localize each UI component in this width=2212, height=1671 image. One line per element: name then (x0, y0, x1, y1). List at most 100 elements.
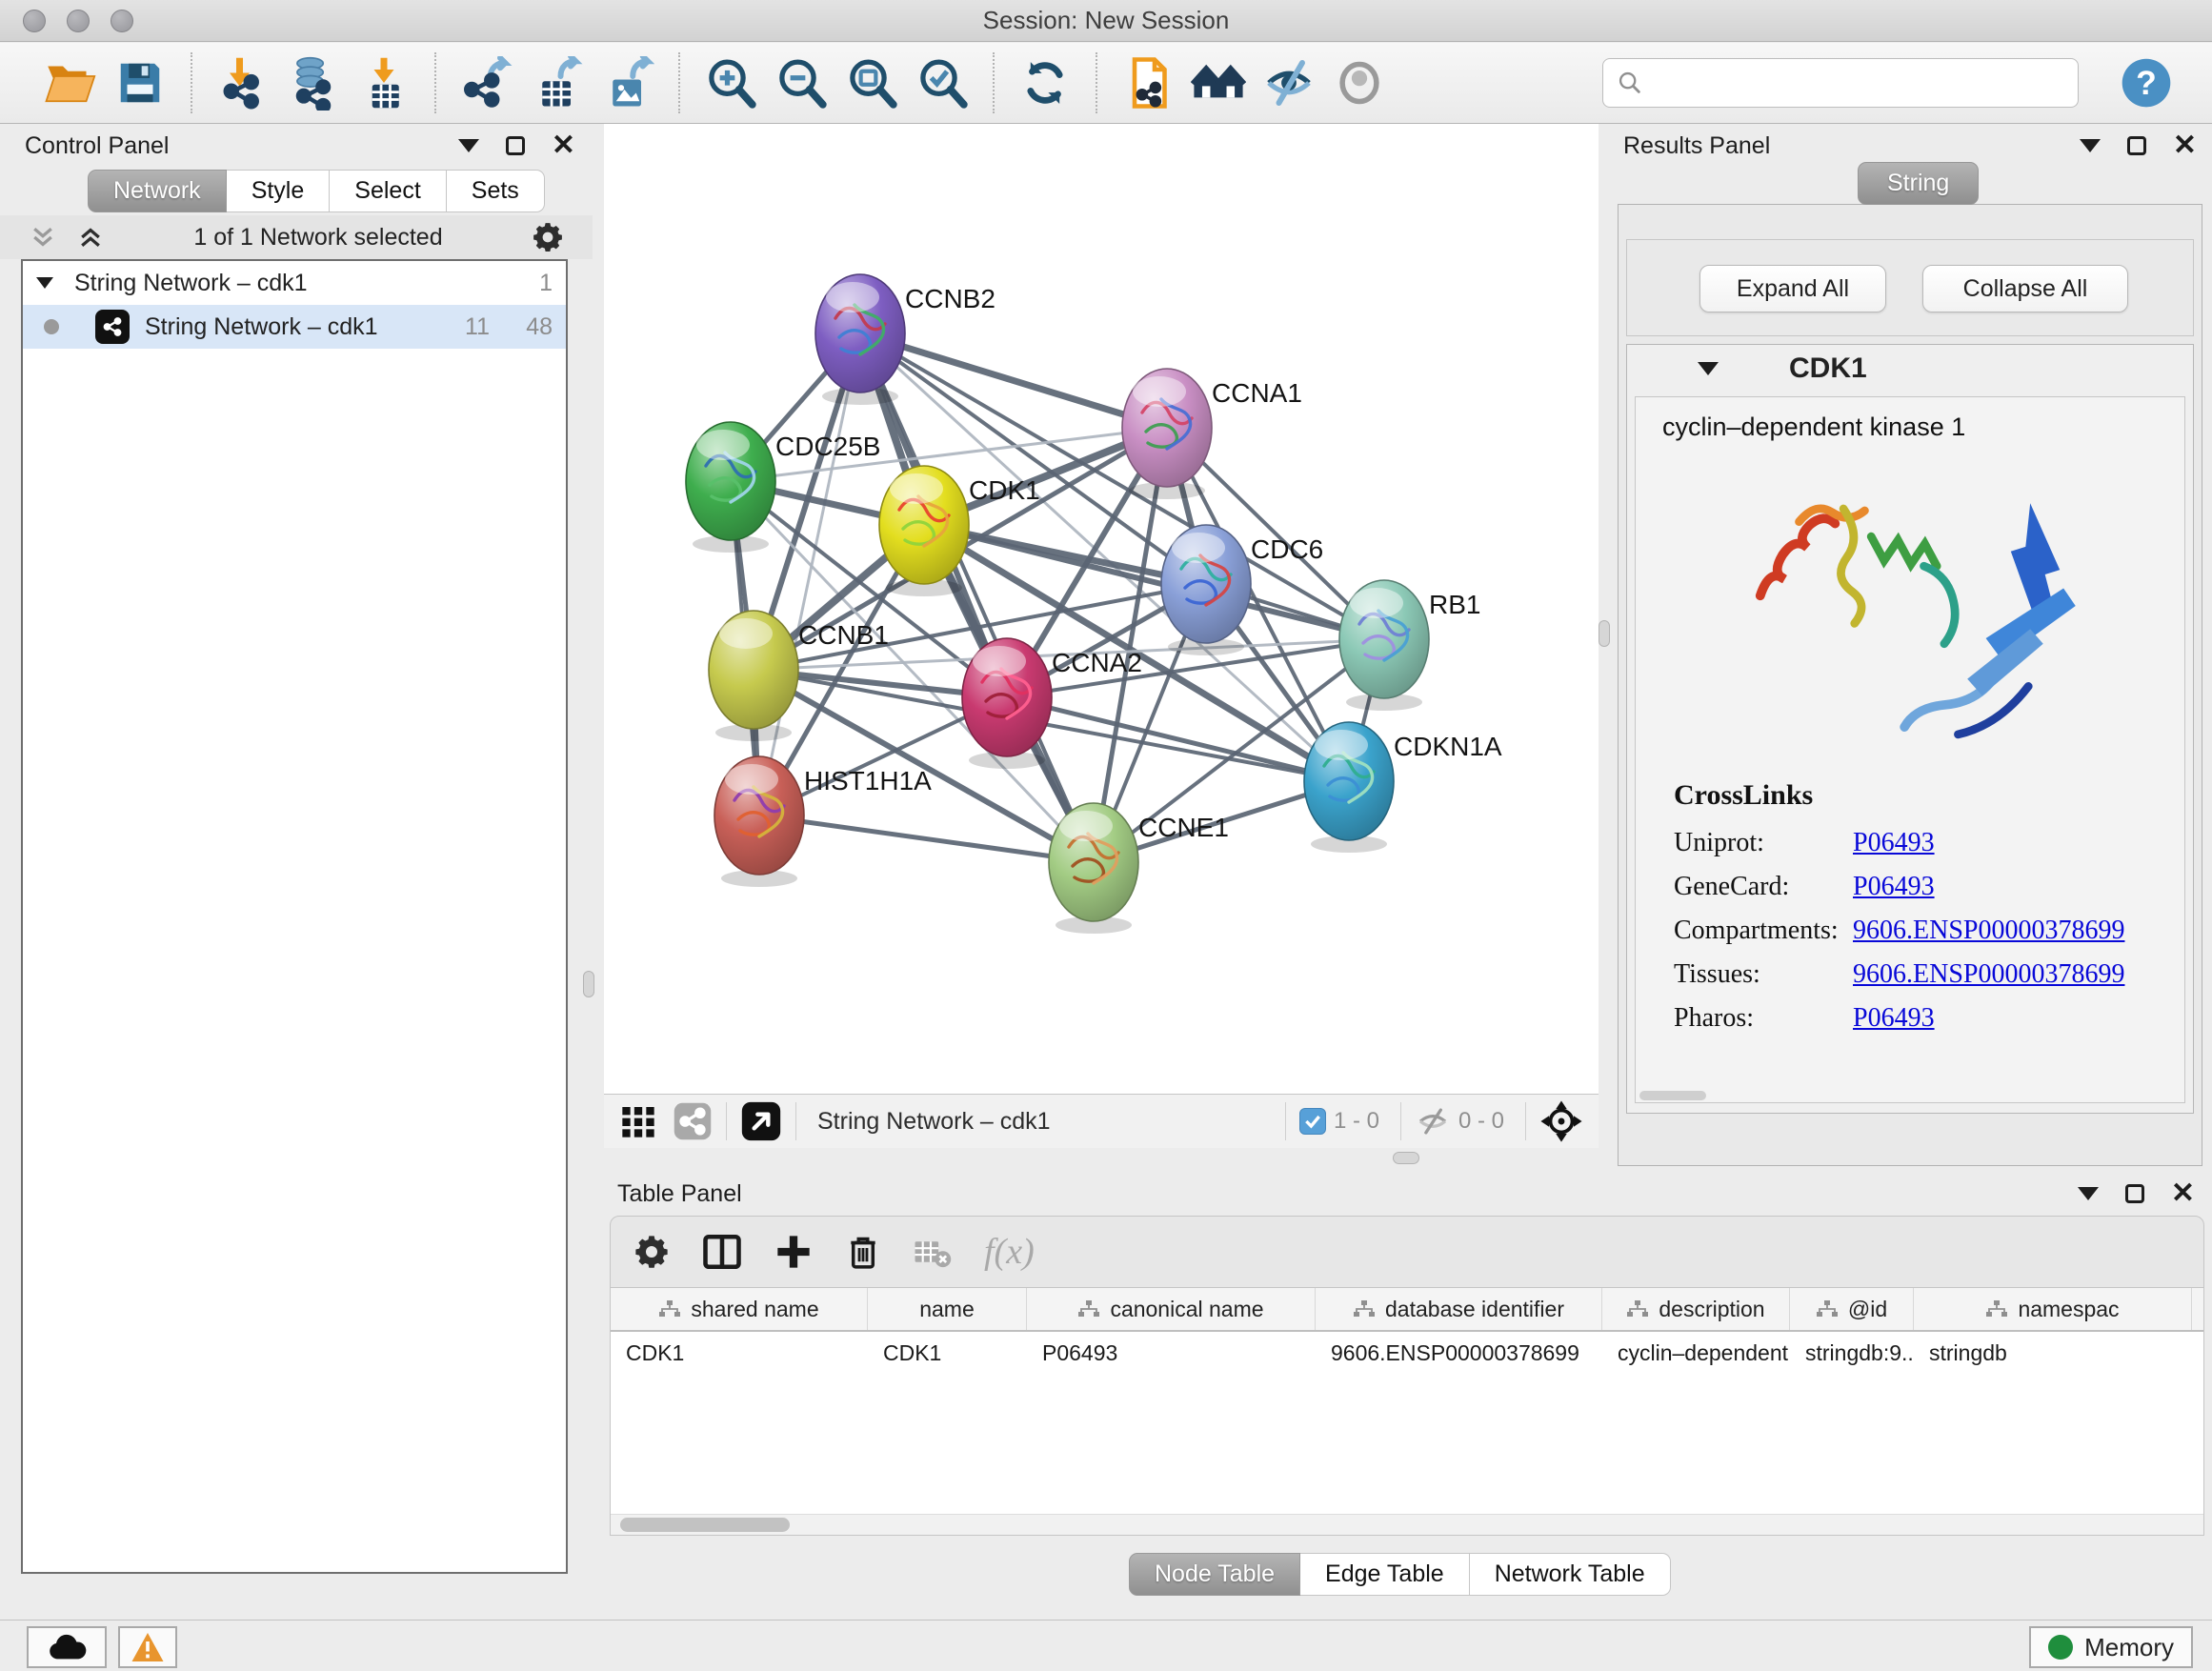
node-label-HIST1H1A: HIST1H1A (804, 766, 932, 795)
crosslink-link[interactable]: P06493 (1853, 872, 1935, 902)
column-header-name[interactable]: name (868, 1288, 1027, 1330)
column-header-description[interactable]: description (1602, 1288, 1790, 1330)
results-panel-menu-icon[interactable] (2080, 139, 2101, 152)
column-label: @id (1848, 1297, 1887, 1322)
close-window-button[interactable] (23, 10, 46, 32)
export-network-icon[interactable] (459, 55, 514, 111)
export-image-icon[interactable] (600, 55, 655, 111)
zoom-fit-icon[interactable] (844, 55, 899, 111)
export-table-icon[interactable] (530, 55, 585, 111)
control-panel-float-icon[interactable] (506, 136, 525, 155)
crosslink-row: Uniprot:P06493 (1674, 821, 2184, 865)
control-panel: Control Panel ✕ Network Style Select Set… (0, 124, 593, 1620)
column-header--id[interactable]: @id (1790, 1288, 1914, 1330)
memory-button[interactable]: Memory (2029, 1626, 2193, 1668)
delete-column-icon[interactable] (845, 1234, 881, 1270)
collection-count: 1 (539, 270, 553, 297)
refresh-icon[interactable] (1017, 55, 1073, 111)
zoom-in-icon[interactable] (703, 55, 758, 111)
table-hscrollbar[interactable] (611, 1514, 2203, 1535)
network-canvas[interactable]: CCNB2CCNA1CDC25BCDK1CDC6RB1CCNB1CCNA2CDK… (604, 124, 1599, 1094)
tab-style[interactable]: Style (227, 170, 331, 212)
tab-node-table[interactable]: Node Table (1129, 1553, 1300, 1596)
node-CDKN1A[interactable] (1304, 722, 1394, 853)
tab-edge-table[interactable]: Edge Table (1300, 1553, 1470, 1596)
tab-sets[interactable]: Sets (447, 170, 545, 212)
node-CCNB2[interactable] (815, 274, 905, 405)
control-panel-tabs: Network Style Select Sets (88, 170, 545, 212)
grid-view-icon[interactable] (619, 1102, 657, 1140)
main-toolbar: ? (0, 43, 2212, 124)
fit-content-crosshair-icon[interactable] (1539, 1099, 1583, 1143)
control-panel-splitter-handle[interactable] (583, 971, 594, 997)
open-session-icon[interactable] (42, 55, 97, 111)
vertical-splitter-handle[interactable] (1599, 620, 1610, 647)
import-table-file-icon[interactable] (356, 55, 412, 111)
zoom-window-button[interactable] (111, 10, 133, 32)
network-options-gear-icon[interactable] (532, 221, 564, 253)
table-panel-menu-icon[interactable] (2078, 1187, 2099, 1200)
node-CDC6[interactable] (1161, 525, 1251, 655)
table-row[interactable]: CDK1CDK1P064939606.ENSP00000378699cyclin… (611, 1332, 2203, 1374)
tab-select[interactable]: Select (330, 170, 446, 212)
help-icon[interactable]: ? (2121, 57, 2172, 109)
expand-all-icon[interactable] (76, 223, 105, 252)
collapse-all-icon[interactable] (29, 223, 57, 252)
table-panel-float-icon[interactable] (2125, 1184, 2144, 1203)
results-panel-close-icon[interactable]: ✕ (2173, 131, 2197, 160)
show-columns-icon[interactable] (702, 1232, 742, 1272)
table-options-gear-icon[interactable] (633, 1234, 670, 1270)
crosslink-link[interactable]: 9606.ENSP00000378699 (1853, 916, 2124, 946)
warning-status-button[interactable] (118, 1626, 177, 1668)
import-network-database-icon[interactable] (286, 55, 341, 111)
zoom-selected-icon[interactable] (915, 55, 970, 111)
crosslink-link[interactable]: 9606.ENSP00000378699 (1853, 959, 2124, 990)
node-HIST1H1A[interactable] (714, 756, 804, 887)
node-RB1[interactable] (1339, 580, 1429, 711)
network-view-icon[interactable] (673, 1101, 713, 1141)
crosslink-link[interactable]: P06493 (1853, 828, 1935, 858)
table-cell: CDK1 (611, 1332, 868, 1374)
entry-scrollbar-thumb[interactable] (1639, 1091, 1706, 1100)
network-tree: String Network – cdk1 1 String Network –… (21, 259, 568, 1574)
import-network-file-icon[interactable] (215, 55, 271, 111)
collapse-all-button[interactable]: Collapse All (1922, 265, 2128, 312)
column-header-namespac[interactable]: namespac (1914, 1288, 2192, 1330)
column-header-shared-name[interactable]: shared name (611, 1288, 868, 1330)
crosslink-row: Compartments:9606.ENSP00000378699 (1674, 909, 2184, 953)
control-panel-menu-icon[interactable] (458, 139, 479, 152)
save-session-icon[interactable] (112, 55, 168, 111)
tab-string[interactable]: String (1858, 162, 1979, 205)
hide-selected-eye-icon[interactable] (1261, 55, 1317, 111)
zoom-out-icon[interactable] (774, 55, 829, 111)
results-panel-title: Results Panel (1623, 132, 1770, 160)
add-column-icon[interactable] (774, 1233, 813, 1271)
crosslink-link[interactable]: P06493 (1853, 1003, 1935, 1034)
node-CCNB1[interactable] (709, 611, 798, 741)
crosslink-row: Tissues:9606.ENSP00000378699 (1674, 953, 2184, 997)
cdk1-collapse-icon[interactable] (1698, 362, 1719, 375)
horizontal-splitter-handle[interactable] (1393, 1152, 1419, 1164)
birds-eye-view-icon[interactable] (740, 1100, 782, 1142)
tab-network[interactable]: Network (88, 170, 227, 212)
search-input[interactable] (1643, 70, 2064, 96)
selected-indicator-checkbox[interactable] (1299, 1108, 1326, 1135)
results-panel-float-icon[interactable] (2127, 136, 2146, 155)
show-all-eye-icon[interactable] (1332, 55, 1387, 111)
minimize-window-button[interactable] (67, 10, 90, 32)
table-panel-close-icon[interactable]: ✕ (2171, 1179, 2195, 1208)
network-collection-row[interactable]: String Network – cdk1 1 (23, 261, 566, 305)
column-header-canonical-name[interactable]: canonical name (1027, 1288, 1316, 1330)
table-hscrollbar-thumb[interactable] (620, 1518, 790, 1532)
node-CCNE1[interactable] (1049, 803, 1138, 934)
network-from-document-icon[interactable] (1120, 55, 1176, 111)
home-layout-icon[interactable] (1191, 55, 1246, 111)
cloud-status-button[interactable] (27, 1626, 107, 1668)
column-header-database-identifier[interactable]: database identifier (1316, 1288, 1602, 1330)
tab-network-table[interactable]: Network Table (1470, 1553, 1671, 1596)
control-panel-close-icon[interactable]: ✕ (552, 131, 575, 160)
expand-all-button[interactable]: Expand All (1699, 265, 1886, 312)
node-CDC25B[interactable] (686, 422, 775, 553)
collection-expand-icon[interactable] (36, 277, 53, 289)
network-row[interactable]: String Network – cdk1 11 48 (23, 305, 566, 349)
